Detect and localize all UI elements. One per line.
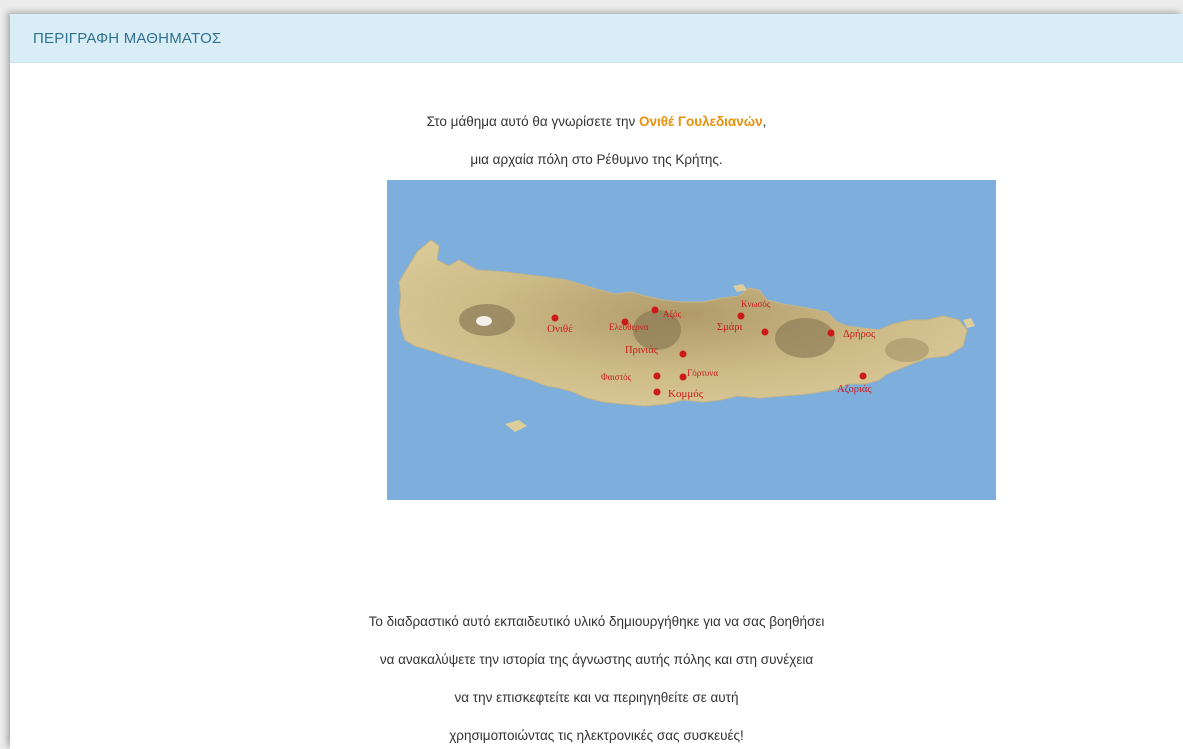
description-line-2: να ανακαλύψετε την ιστορία της άγνωστης … xyxy=(379,652,814,667)
intro-line-1: Στο μάθημα αυτό θα γνωρίσετε την Ονιθέ Γ… xyxy=(10,114,1183,129)
label-azorias: Αζοριάς xyxy=(837,384,872,395)
crete-map-svg: Ονιθέ Αξός Ελεύθερνα Πρινιάς Κνωσός Σμάρι Δρήρ… xyxy=(387,180,996,500)
intro-line-1-start: Στο μάθημα αυτό θα γνωρίσετε την xyxy=(426,114,639,129)
label-driros: Δρήρος xyxy=(843,329,876,340)
label-onithe: Ονιθέ xyxy=(547,323,573,335)
marker-kommos xyxy=(653,388,661,396)
marker-prinias xyxy=(679,350,687,358)
label-smari: Σμάρι xyxy=(717,322,742,333)
marker-azorias xyxy=(859,372,867,380)
marker-onithe xyxy=(551,314,559,322)
panel-title: ΠΕΡΙΓΡΑΦΗ ΜΑΘΗΜΑΤΟΣ xyxy=(33,29,222,47)
marker-smari xyxy=(761,328,769,336)
label-eleutherna: Ελεύθερνα xyxy=(609,322,649,332)
marker-knossos xyxy=(737,312,745,320)
description-line-1: Το διαδραστικό αυτό εκπαιδευτικό υλικό δ… xyxy=(368,614,825,629)
city-name-highlight: Ονιθέ Γουλεδιανών xyxy=(638,114,763,129)
label-prinias: Πρινιάς xyxy=(625,345,659,356)
label-axos: Αξός xyxy=(663,309,682,319)
label-gortyna: Γόρτυνα xyxy=(687,368,718,378)
panel-header: ΠΕΡΙΓΡΑΦΗ ΜΑΘΗΜΑΤΟΣ xyxy=(10,14,1183,63)
description-line-4: χρησιμοποιώντας τις ηλεκτρονικές σας συσ… xyxy=(449,728,744,743)
label-phaistos: Φαιστός xyxy=(601,372,632,382)
marker-axos xyxy=(651,306,659,314)
marker-gortyna xyxy=(679,373,687,381)
intro-line-2: μια αρχαία πόλη στο Ρέθυμνο της Κρήτης. xyxy=(470,152,723,167)
description-line-3: να την επισκεφτείτε και να περιηγηθείτε … xyxy=(454,690,739,705)
marker-phaistos xyxy=(653,372,661,380)
marker-driros xyxy=(827,329,835,337)
course-description-panel: ΠΕΡΙΓΡΑΦΗ ΜΑΘΗΜΑΤΟΣ Στο μάθημα αυτό θα γ… xyxy=(10,14,1183,749)
label-knossos: Κνωσός xyxy=(741,299,771,309)
label-kommos: Κομμός xyxy=(668,388,704,400)
crete-map: Ονιθέ Αξός Ελεύθερνα Πρινιάς Κνωσός Σμάρι Δρήρ… xyxy=(387,180,996,500)
intro-line-1-end: , xyxy=(762,114,767,129)
